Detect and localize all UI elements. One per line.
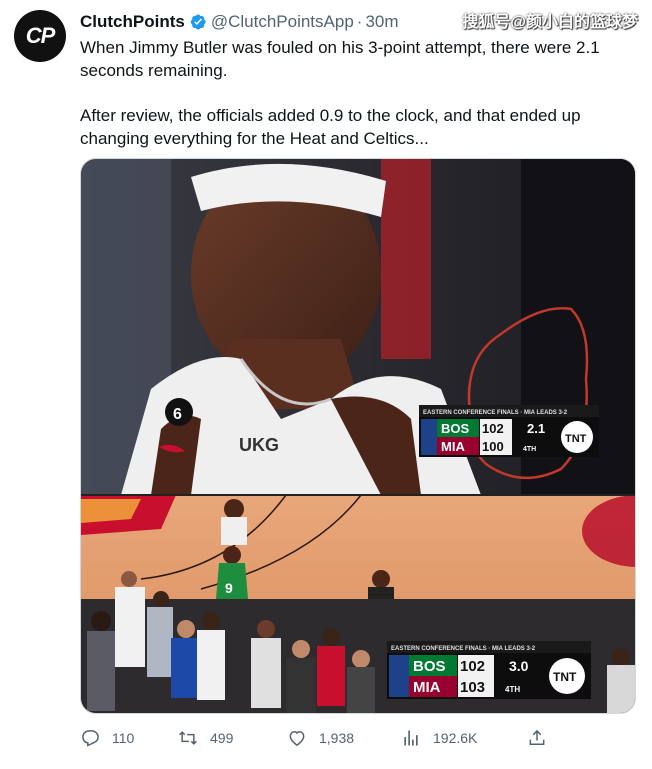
retweet-count: 499 xyxy=(210,730,234,746)
views-button[interactable]: 192.6K xyxy=(401,728,477,748)
tweet-media[interactable]: 6 UKG EASTERN CONFERENCE FINALS · MIA LE… xyxy=(80,158,636,714)
team1-name: BOS xyxy=(413,658,446,675)
team1-name: BOS xyxy=(441,421,470,436)
scorebug-banner: EASTERN CONFERENCE FINALS · MIA LEADS 3-… xyxy=(423,410,568,416)
share-icon xyxy=(529,729,545,745)
scorebug-top: EASTERN CONFERENCE FINALS · MIA LEADS 3-… xyxy=(419,405,599,457)
analytics-icon xyxy=(404,730,418,746)
top-frame: 6 UKG EASTERN CONFERENCE FINALS · MIA LE… xyxy=(81,159,635,495)
tweet-paragraph: After review, the officials added 0.9 to… xyxy=(80,106,581,148)
team2-score: 100 xyxy=(482,439,504,454)
heart-icon xyxy=(289,730,305,746)
player-number: 9 xyxy=(225,580,233,596)
tweet: CP ClutchPoints @ClutchPointsApp · 30m 搜… xyxy=(0,0,652,769)
share-button[interactable] xyxy=(527,728,559,748)
separator-dot: · xyxy=(356,12,363,31)
retweet-icon xyxy=(179,731,197,745)
watermark: 搜狐号@颜小白的篮球梦 xyxy=(462,14,638,31)
retweet-button[interactable]: 499 xyxy=(178,728,233,748)
game-clock: 2.1 xyxy=(527,421,545,436)
timestamp[interactable]: 30m xyxy=(365,12,398,32)
user-handle[interactable]: @ClutchPointsApp xyxy=(211,12,354,32)
reply-count: 110 xyxy=(112,730,135,746)
team1-score: 102 xyxy=(482,421,504,436)
like-button[interactable]: 1,938 xyxy=(287,728,354,748)
team2-score: 103 xyxy=(460,679,485,696)
like-count: 1,938 xyxy=(319,730,355,746)
bottom-frame: 9 EASTERN CONFERENCE FINALS · MIA LEADS … xyxy=(81,494,635,713)
display-name[interactable]: ClutchPoints xyxy=(80,12,185,32)
tweet-actions: 110 499 1,938 192.6K xyxy=(80,728,550,752)
game-clock: 3.0 xyxy=(509,658,529,674)
scorebug-banner: EASTERN CONFERENCE FINALS · MIA LEADS 3-… xyxy=(391,646,536,652)
network-logo: TNT xyxy=(565,433,587,445)
quarter: 4TH xyxy=(523,446,536,453)
scorebug-bottom: EASTERN CONFERENCE FINALS · MIA LEADS 3-… xyxy=(387,641,591,699)
reply-icon xyxy=(82,730,99,747)
team2-name: MIA xyxy=(413,679,441,696)
network-logo: TNT xyxy=(553,670,577,684)
team1-score: 102 xyxy=(460,658,485,675)
view-count: 192.6K xyxy=(433,730,478,746)
avatar[interactable]: CP xyxy=(14,10,66,62)
avatar-logo: CP xyxy=(25,23,56,48)
jersey-sponsor: UKG xyxy=(239,435,279,455)
tweet-paragraph: When Jimmy Butler was fouled on his 3-po… xyxy=(80,38,600,80)
media-image: 6 UKG EASTERN CONFERENCE FINALS · MIA LE… xyxy=(81,159,635,713)
team2-name: MIA xyxy=(441,439,465,454)
reply-button[interactable]: 110 xyxy=(80,728,134,748)
verified-badge-icon xyxy=(190,14,206,30)
jersey-patch: 6 xyxy=(173,406,182,423)
tweet-header: ClutchPoints @ClutchPointsApp · 30m xyxy=(80,11,399,33)
tweet-text: When Jimmy Butler was fouled on his 3-po… xyxy=(80,36,625,150)
quarter: 4TH xyxy=(505,685,520,694)
